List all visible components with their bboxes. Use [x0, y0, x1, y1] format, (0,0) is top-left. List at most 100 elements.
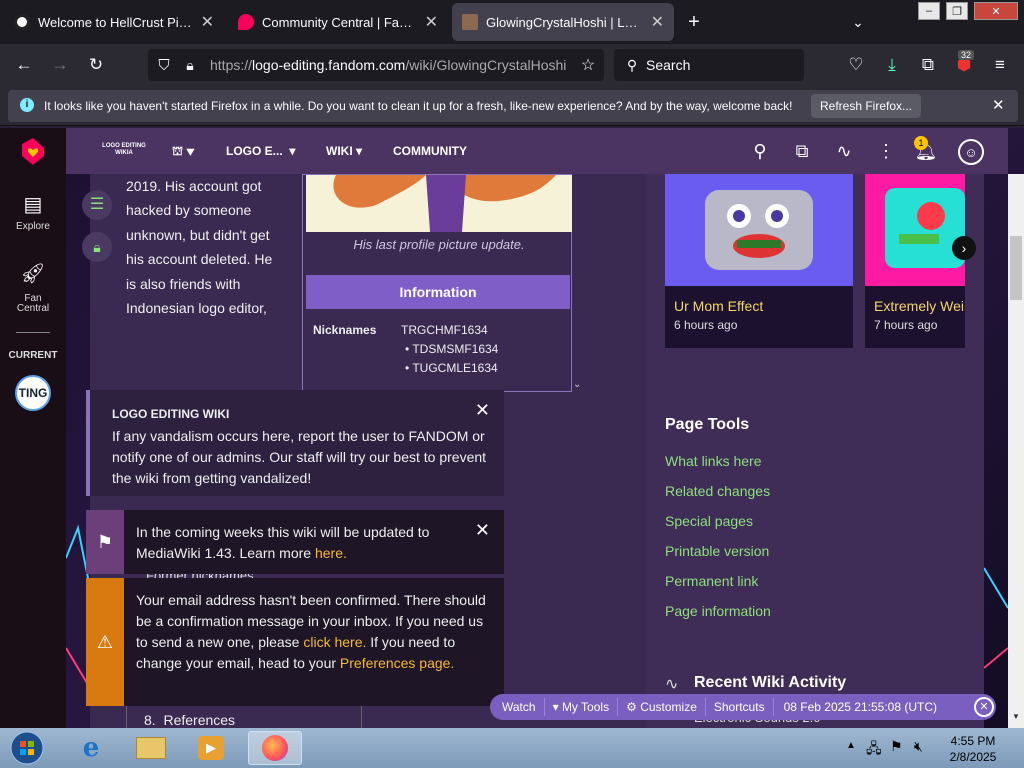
shield-icon[interactable]: ⛉ [152, 53, 176, 77]
system-clock[interactable]: 4:55 PM 2/8/2025 [946, 733, 1000, 765]
infobox-header: Information [306, 275, 570, 309]
nickname-3: • TUGCMLE1634 [405, 361, 498, 375]
preferences-link[interactable]: Preferences page. [340, 655, 454, 671]
file-explorer-icon[interactable] [124, 731, 178, 765]
close-banner-icon[interactable]: ✕ [475, 520, 490, 541]
card-title: Extremely Weir [874, 298, 965, 314]
click-here-link[interactable]: click here. [303, 634, 366, 650]
lock-icon[interactable]: 🔒︎ [82, 232, 112, 262]
nav-logo-editing[interactable]: LOGO E... ▾ [226, 144, 295, 158]
current-wiki-avatar[interactable]: TING [15, 375, 51, 411]
link-what-links-here[interactable]: What links here [665, 453, 761, 469]
new-tab-icon[interactable]: + [682, 10, 706, 34]
link-special-pages[interactable]: Special pages [665, 513, 753, 529]
wiki-header: LOGO EDITING WIKIA ⛫ ▾ LOGO E... ▾ WIKI … [66, 128, 1008, 174]
recent-activity-heading: Recent Wiki Activity [694, 674, 847, 691]
background-decoration [984, 567, 1008, 669]
lock-icon[interactable]: 🔒︎ [178, 53, 202, 77]
nav-community[interactable]: COMMUNITY [393, 144, 467, 158]
link-permanent-link[interactable]: Permanent link [665, 573, 758, 589]
wiki-logo[interactable]: LOGO EDITING WIKIA [102, 143, 146, 157]
rocket-icon: 🚀︎ [20, 263, 46, 285]
tab-hellcrust[interactable]: Welcome to HellCrust Pizza - M ✕ [4, 3, 224, 41]
scroll-down-arrow-icon[interactable]: ▼ [1012, 712, 1020, 721]
nav-wiki[interactable]: WIKI ▾ [326, 144, 362, 158]
trending-card[interactable]: Ur Mom Effect 6 hours ago [665, 174, 853, 348]
refresh-firefox-button[interactable]: Refresh Firefox... [811, 94, 921, 118]
start-button[interactable] [0, 731, 54, 765]
minimize-icon[interactable]: – [918, 2, 940, 20]
wiki-favicon-icon [462, 14, 478, 30]
profile-picture[interactable] [306, 175, 572, 232]
media-player-icon[interactable]: ▶ [184, 731, 238, 765]
tab-glowingcrystalhoshi[interactable]: GlowingCrystalHoshi | Logo Edi ✕ [452, 3, 674, 41]
link-page-information[interactable]: Page information [665, 603, 771, 619]
close-window-icon[interactable]: ✕ [974, 2, 1018, 20]
page-scrollbar[interactable]: ▼ [1008, 174, 1024, 728]
learn-more-link[interactable]: here. [315, 545, 347, 561]
page-tools-heading: Page Tools [665, 416, 750, 433]
action-center-flag-icon[interactable]: ⚑ [890, 738, 903, 755]
activity-icon[interactable]: ∿ [832, 139, 856, 163]
watch-button[interactable]: Watch [490, 700, 544, 714]
tab-community-central[interactable]: Community Central | Fandom ✕ [228, 3, 448, 41]
warning-icon: ⚠ [86, 578, 124, 706]
explore-icon: ▤ [23, 194, 43, 216]
update-banner-text: In the coming weeks this wiki will be up… [136, 522, 466, 564]
volume-muted-icon[interactable]: 🔇︎ [914, 738, 923, 755]
search-icon[interactable]: ⚲ [748, 139, 772, 163]
discussions-icon[interactable]: ⧉ [790, 139, 814, 163]
tray-expand-icon[interactable]: ▲ [846, 740, 856, 751]
infobox: His last profile picture update. Informa… [302, 174, 581, 392]
rail-fan-central[interactable]: 🚀︎ Fan Central [0, 262, 66, 314]
wiki-bottom-toolbar: Watch ▾ My Tools ⚙ Customize Shortcuts 0… [490, 694, 996, 720]
close-tab-icon[interactable]: ✕ [425, 12, 438, 32]
close-banner-icon[interactable]: ✕ [475, 400, 490, 421]
network-icon[interactable]: 🖧︎ [866, 738, 882, 762]
reload-icon[interactable]: ↻ [84, 53, 108, 77]
link-printable-version[interactable]: Printable version [665, 543, 769, 559]
customize-button[interactable]: ⚙ Customize [618, 700, 705, 714]
fandom-logo-icon[interactable] [20, 136, 46, 166]
card-art [885, 188, 965, 268]
list-tabs-icon[interactable]: ⌄ [846, 10, 870, 34]
explore-menu[interactable]: ⛫ ▾ [172, 144, 195, 160]
maximize-icon[interactable]: ❐ [946, 2, 968, 20]
pocket-icon[interactable]: ♡ [844, 53, 868, 77]
avatar-text: TING [18, 386, 48, 400]
downloads-icon[interactable]: ⤓ [880, 53, 904, 77]
trending-card[interactable]: Extremely Weir 7 hours ago [865, 174, 965, 348]
gear-icon: ⚙ [626, 700, 637, 714]
search-bar[interactable]: ⚲ Search [614, 49, 804, 81]
table-of-contents-icon[interactable]: ☰ [82, 190, 112, 220]
body-line: 2019. His account got [126, 178, 262, 194]
more-icon[interactable]: ⋮ [874, 139, 898, 163]
carousel-next-icon[interactable]: › [952, 236, 976, 260]
close-tab-icon[interactable]: ✕ [651, 12, 664, 32]
notification-count-badge: 1 [914, 136, 928, 150]
bookmark-star-icon[interactable]: ☆ [576, 53, 600, 77]
menu-icon[interactable]: ≡ [988, 53, 1012, 77]
back-icon[interactable]: ← [12, 53, 36, 77]
tab-title: Welcome to HellCrust Pizza - M [38, 14, 193, 30]
my-tools-button[interactable]: ▾ My Tools [545, 700, 618, 714]
extensions-icon[interactable]: ⧉ [916, 53, 940, 77]
nicknames-label: Nicknames [313, 323, 377, 337]
user-avatar-icon[interactable]: ☺ [958, 139, 984, 165]
right-rail: Ur Mom Effect 6 hours ago Extremely Weir… [646, 174, 984, 728]
scroll-down-icon[interactable]: ⌄ [573, 379, 581, 390]
rail-explore[interactable]: ▤ Explore [0, 192, 66, 232]
shortcuts-button[interactable]: Shortcuts [706, 700, 773, 714]
close-notification-icon[interactable]: ✕ [992, 96, 1005, 114]
url-text[interactable]: https://logo-editing.fandom.com/wiki/Glo… [210, 57, 566, 73]
link-related-changes[interactable]: Related changes [665, 483, 770, 499]
close-tab-icon[interactable]: ✕ [201, 12, 214, 32]
firefox-taskbar-icon[interactable] [248, 731, 302, 765]
scrollbar-thumb[interactable] [1010, 236, 1022, 300]
forward-icon[interactable]: → [48, 53, 72, 77]
windows-taskbar: e ▶ ▲ 🖧︎ ⚑ 🔇︎ 4:55 PM 2/8/2025 [0, 728, 1024, 768]
internet-explorer-icon[interactable]: e [64, 731, 118, 765]
toc-item-references[interactable]: 8. References [144, 712, 235, 728]
close-toolbar-icon[interactable]: ✕ [974, 697, 994, 717]
url-bar[interactable]: ⛉ 🔒︎ https://logo-editing.fandom.com/wik… [148, 49, 604, 81]
